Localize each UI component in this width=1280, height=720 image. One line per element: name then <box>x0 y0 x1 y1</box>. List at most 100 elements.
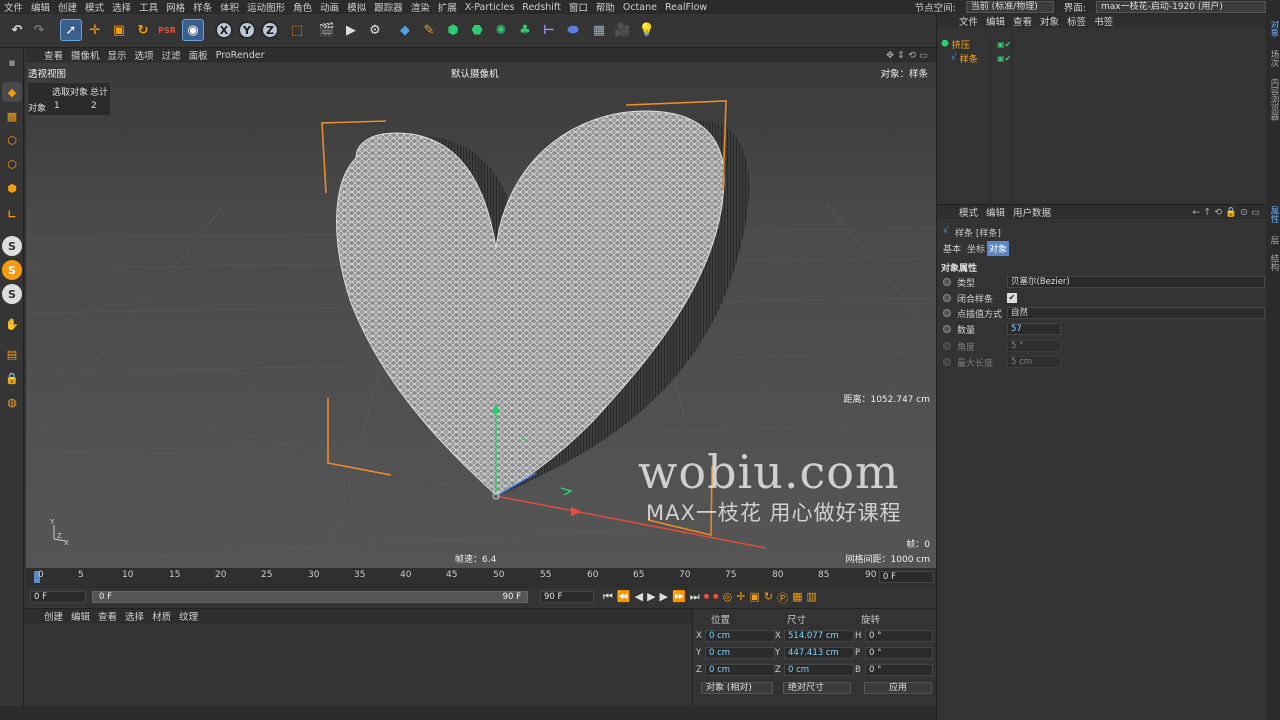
tab-object[interactable]: 对象 <box>987 241 1010 256</box>
menu-render[interactable]: 渲染 <box>407 0 434 14</box>
size-mode-dropdown[interactable]: 绝对尺寸 <box>783 682 851 694</box>
tab-objects-vertical[interactable]: 对象 <box>1268 20 1280 37</box>
edges-mode-icon[interactable]: ⬡ <box>2 154 22 174</box>
points-mode-icon[interactable]: ⬡ <box>2 130 22 150</box>
tab-attributes-vertical[interactable]: 属性 <box>1268 206 1280 223</box>
obj-menu-view[interactable]: 查看 <box>1013 14 1032 28</box>
rot-b-field[interactable]: 0 ° <box>865 664 933 676</box>
menu-mograph[interactable]: 运动图形 <box>243 0 289 14</box>
visibility-check-icon[interactable]: ▣✔ <box>997 54 1011 63</box>
prev-key-icon[interactable]: ⏪ <box>617 590 631 606</box>
psr-icon[interactable]: PSR <box>156 19 178 41</box>
layout-dropdown[interactable]: max一枝花-启动-1920 (用户) <box>1096 1 1266 13</box>
select-cursor-icon[interactable]: ➚ <box>60 19 82 41</box>
make-editable-icon[interactable]: ▪ <box>2 52 22 72</box>
size-z-field[interactable]: 0 cm <box>784 664 854 676</box>
vp-menu-options[interactable]: 选项 <box>135 48 154 62</box>
live-select-icon[interactable]: ◉ <box>182 19 204 41</box>
goto-start-icon[interactable]: ⏮ <box>603 590 613 606</box>
tab-coords[interactable]: 坐标 <box>965 242 987 255</box>
menu-extensions[interactable]: 扩展 <box>434 0 461 14</box>
camera-icon[interactable]: 🎥 <box>612 19 634 41</box>
camera-label[interactable]: 默认摄像机 <box>451 66 499 80</box>
coord-mode-dropdown[interactable]: 对象 (相对) <box>701 682 773 694</box>
render-icon[interactable]: ▶ <box>340 19 362 41</box>
next-frame-icon[interactable]: ▶ <box>660 590 668 606</box>
mat-menu-edit[interactable]: 编辑 <box>71 609 90 623</box>
anim-dot-icon[interactable] <box>943 325 951 333</box>
object-name[interactable]: 样条 <box>960 52 978 65</box>
anim-dot-icon[interactable] <box>943 294 951 302</box>
tab-structure-vertical[interactable]: 结构 <box>1268 254 1280 271</box>
attr-menu-edit[interactable]: 编辑 <box>986 205 1005 219</box>
key-pla-icon[interactable]: ▦ <box>792 590 802 606</box>
obj-menu-edit[interactable]: 编辑 <box>986 14 1005 28</box>
vp-menu-display[interactable]: 显示 <box>108 48 127 62</box>
current-frame-field[interactable]: 0 F <box>879 571 934 583</box>
deformer-icon[interactable]: ⊢ <box>538 19 560 41</box>
pos-x-field[interactable]: 0 cm <box>705 630 775 642</box>
menu-xparticles[interactable]: X-Particles <box>461 2 519 13</box>
x-axis-icon[interactable]: X <box>215 21 233 39</box>
render-settings-icon[interactable]: ⚙ <box>364 19 386 41</box>
field-icon[interactable]: ⬬ <box>562 19 584 41</box>
start-frame-field[interactable]: 0 F <box>30 591 86 603</box>
menu-file[interactable]: 文件 <box>0 0 27 14</box>
z-axis-icon[interactable]: Z <box>261 21 279 39</box>
record-icon[interactable]: ⏺ <box>704 590 710 606</box>
model-mode-icon[interactable]: ◆ <box>2 82 22 102</box>
type-dropdown[interactable]: 贝塞尔(Bezier) <box>1007 276 1265 288</box>
menu-edit[interactable]: 编辑 <box>27 0 54 14</box>
tab-basic[interactable]: 基本 <box>941 242 963 255</box>
obj-menu-tags[interactable]: 标签 <box>1067 14 1086 28</box>
size-y-field[interactable]: 447.413 cm <box>784 647 854 659</box>
timeline-icon[interactable]: ▥ <box>806 590 816 606</box>
end-frame-field[interactable]: 90 F <box>540 591 594 603</box>
key-position-icon[interactable]: ✛ <box>736 590 745 606</box>
menu-character[interactable]: 角色 <box>289 0 316 14</box>
y-axis-icon[interactable]: Y <box>238 21 256 39</box>
attr-menu-mode[interactable]: 模式 <box>959 205 978 219</box>
obj-menu-object[interactable]: 对象 <box>1040 14 1059 28</box>
key-scale-icon[interactable]: ▣ <box>749 590 759 606</box>
lock-icon[interactable]: 🔒 <box>2 368 22 388</box>
pos-z-field[interactable]: 0 cm <box>705 664 775 676</box>
vp-menu-panel[interactable]: 面板 <box>189 48 208 62</box>
menu-window[interactable]: 窗口 <box>565 0 592 14</box>
object-name[interactable]: 挤压 <box>952 38 970 51</box>
size-x-field[interactable]: 514.077 cm <box>784 630 854 642</box>
interp-dropdown[interactable]: 自然 <box>1007 307 1265 319</box>
attr-menu-userdata[interactable]: 用户数据 <box>1013 205 1051 219</box>
apply-button[interactable]: 应用 <box>864 682 932 694</box>
anim-dot-icon[interactable] <box>943 309 951 317</box>
timeline-ruler[interactable]: 0 5 10 15 20 25 30 35 40 45 50 55 60 65 … <box>26 568 936 588</box>
texture-mode-icon[interactable]: ▩ <box>2 106 22 126</box>
menu-tools[interactable]: 工具 <box>135 0 162 14</box>
grid-icon[interactable]: ▤ <box>2 344 22 364</box>
menu-help[interactable]: 帮助 <box>592 0 619 14</box>
obj-menu-bookmarks[interactable]: 书签 <box>1094 14 1113 28</box>
solo-icon[interactable]: ◍ <box>2 392 22 412</box>
vp-menu-camera[interactable]: 摄像机 <box>71 48 100 62</box>
redo-icon[interactable]: ↷ <box>28 19 50 41</box>
undo-icon[interactable]: ↶ <box>6 19 28 41</box>
object-row-spline[interactable]: √ 样条 ▣✔ <box>951 52 1051 65</box>
cube-icon[interactable]: ◆ <box>394 19 416 41</box>
play-icon[interactable]: ▶ <box>647 590 655 606</box>
quantize-icon[interactable]: S <box>2 284 22 304</box>
polygons-mode-icon[interactable]: ⬢ <box>2 178 22 198</box>
floor-icon[interactable]: ▦ <box>588 19 610 41</box>
menu-mesh[interactable]: 网格 <box>162 0 189 14</box>
tab-layers-vertical[interactable]: 层 <box>1268 236 1280 245</box>
menu-select[interactable]: 选择 <box>108 0 135 14</box>
menu-mode[interactable]: 模式 <box>81 0 108 14</box>
mat-menu-view[interactable]: 查看 <box>98 609 117 623</box>
menu-create[interactable]: 创建 <box>54 0 81 14</box>
light-icon[interactable]: 💡 <box>636 19 658 41</box>
mat-menu-material[interactable]: 材质 <box>152 609 171 623</box>
pos-y-field[interactable]: 0 cm <box>705 647 775 659</box>
rot-p-field[interactable]: 0 ° <box>865 647 933 659</box>
keyframe-selection-icon[interactable]: ◎ <box>723 590 733 606</box>
coord-system-icon[interactable]: ⬚ <box>286 19 308 41</box>
snap-icon[interactable]: S <box>2 236 22 256</box>
